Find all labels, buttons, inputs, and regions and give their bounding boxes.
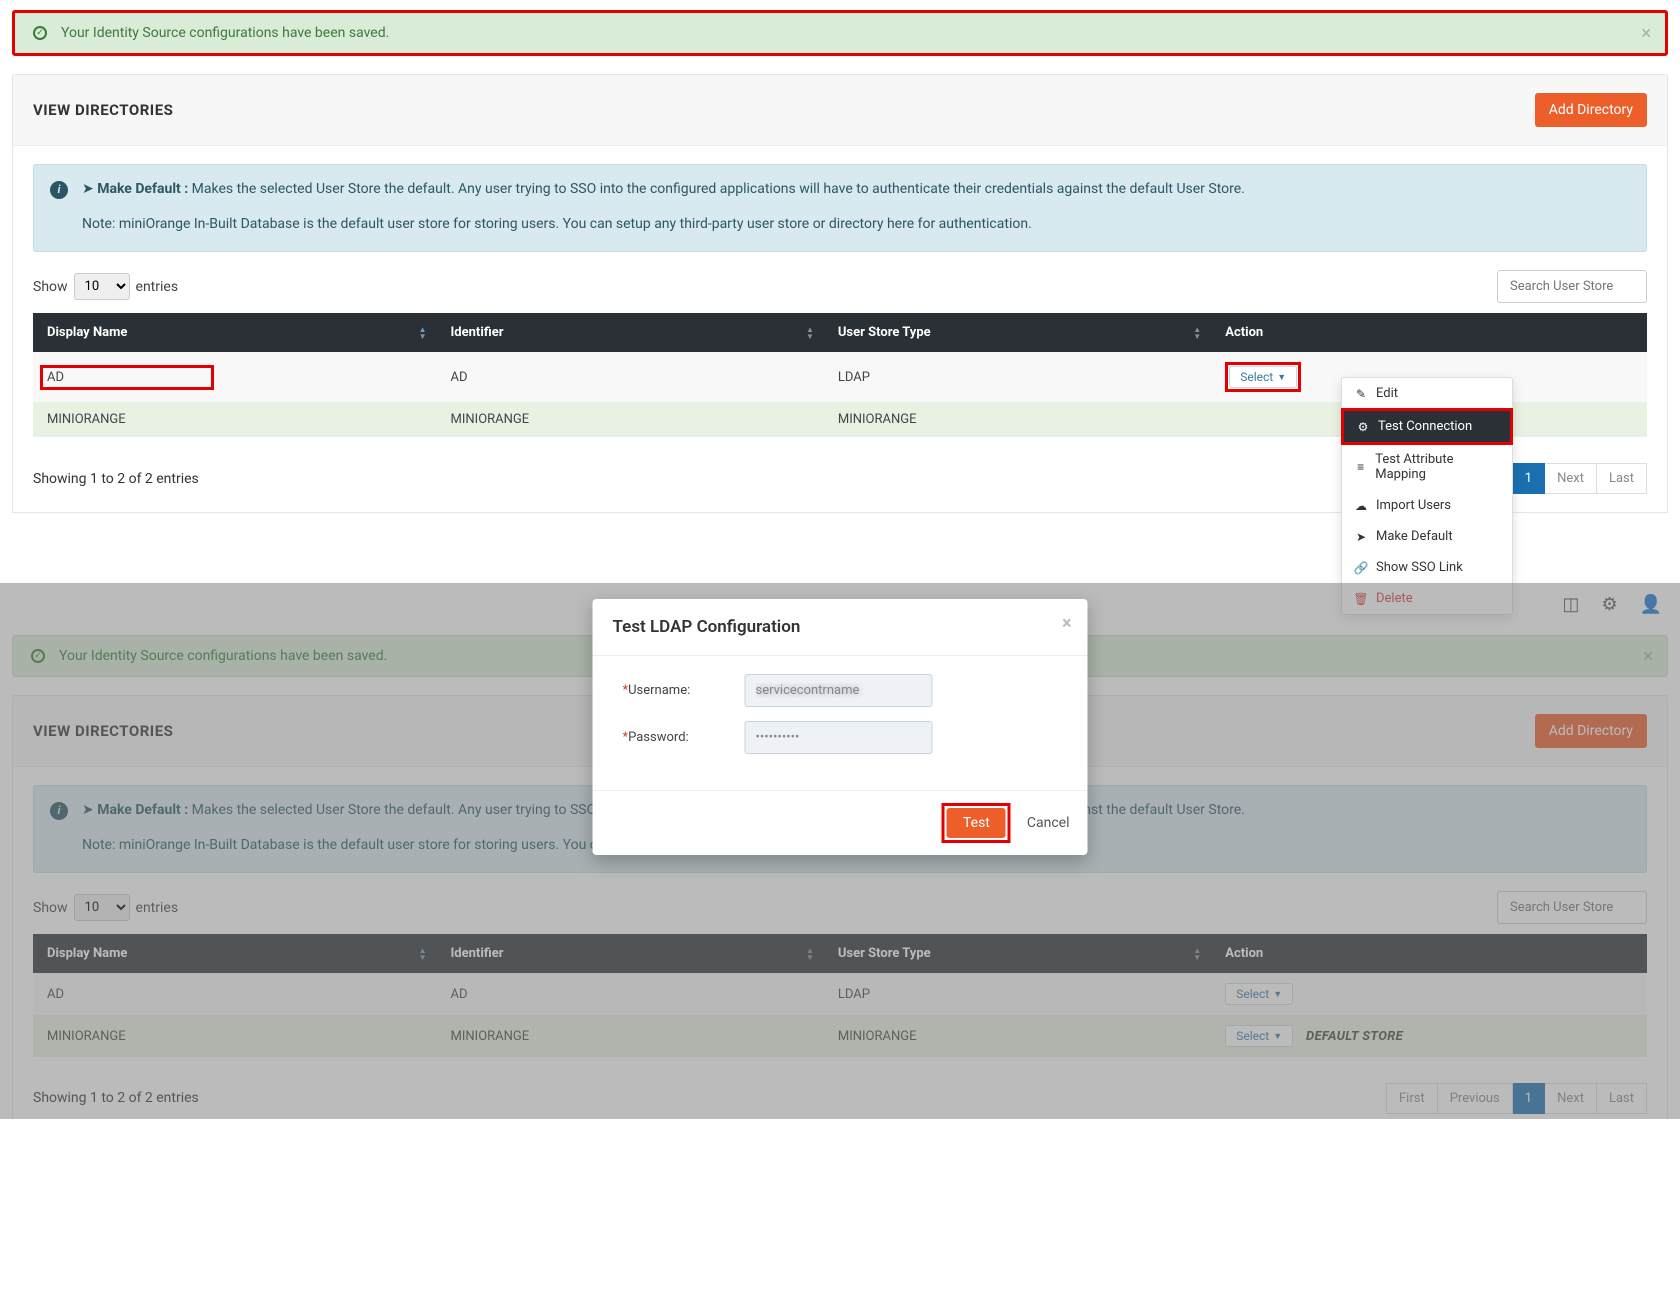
info-note: Note: miniOrange In-Built Database is th…: [82, 214, 1628, 235]
page-next[interactable]: Next: [1545, 463, 1597, 494]
action-dropdown: ✎Edit ⚙Test Connection ≡Test Attribute M…: [1341, 377, 1513, 615]
col-action: Action: [1211, 313, 1647, 352]
password-field[interactable]: [745, 721, 933, 754]
entries-select[interactable]: 10: [74, 273, 130, 300]
link-icon: 🔗: [1354, 561, 1368, 575]
username-field[interactable]: [745, 674, 933, 707]
displayname-cell: MINIORANGE: [33, 402, 437, 437]
make-default-body: Makes the selected User Store the defaul…: [188, 181, 1245, 197]
directories-panel: VIEW DIRECTORIES Add Directory i ➤ Make …: [12, 74, 1668, 513]
add-directory-button[interactable]: Add Directory: [1535, 93, 1647, 127]
alert-close-icon[interactable]: ×: [1641, 23, 1651, 44]
dropdown-make-default[interactable]: ➤Make Default: [1342, 521, 1512, 552]
caret-down-icon: ▼: [1277, 372, 1286, 383]
password-label: *Password:: [623, 730, 745, 745]
identifier-cell: MINIORANGE: [437, 402, 824, 437]
page-last[interactable]: Last: [1597, 463, 1647, 494]
col-identifier[interactable]: Identifier▲▼: [437, 313, 824, 352]
action-select-button[interactable]: Select▼: [1229, 366, 1297, 388]
check-circle-icon: ✓: [33, 26, 47, 40]
modal-title: Test LDAP Configuration: [613, 617, 801, 637]
dropdown-edit[interactable]: ✎Edit: [1342, 378, 1512, 409]
test-button[interactable]: Test: [947, 808, 1006, 838]
panel-title: VIEW DIRECTORIES: [33, 101, 173, 119]
alert-success: ✓ Your Identity Source configurations ha…: [12, 10, 1668, 56]
test-ldap-modal: Test LDAP Configuration × *Username: *Pa…: [593, 599, 1088, 855]
dropdown-show-sso[interactable]: 🔗Show SSO Link: [1342, 552, 1512, 583]
dropdown-test-connection[interactable]: ⚙Test Connection: [1341, 408, 1513, 445]
cloud-upload-icon: ☁: [1354, 499, 1368, 513]
col-display-name[interactable]: Display Name▲▼: [33, 313, 437, 352]
search-input[interactable]: [1497, 270, 1647, 303]
type-cell: MINIORANGE: [824, 402, 1211, 437]
dropdown-test-attribute[interactable]: ≡Test Attribute Mapping: [1342, 444, 1512, 490]
sliders-icon: ≡: [1354, 460, 1367, 474]
cursor-icon: ➤: [82, 181, 97, 197]
cancel-button[interactable]: Cancel: [1027, 815, 1070, 831]
displayname-cell: AD: [40, 365, 214, 390]
edit-icon: ✎: [1354, 387, 1368, 401]
cursor-icon: ➤: [1354, 530, 1368, 544]
modal-close-icon[interactable]: ×: [1062, 613, 1072, 634]
show-label: Show: [33, 279, 68, 295]
type-cell: LDAP: [824, 352, 1211, 402]
page-1[interactable]: 1: [1513, 463, 1545, 494]
info-box: i ➤ Make Default : Makes the selected Us…: [33, 164, 1647, 252]
gears-icon: ⚙: [1356, 420, 1370, 434]
table-info: Showing 1 to 2 of 2 entries: [33, 471, 199, 487]
identifier-cell: AD: [437, 352, 824, 402]
info-icon: i: [50, 181, 68, 199]
col-user-store-type[interactable]: User Store Type▲▼: [824, 313, 1211, 352]
entries-label: entries: [136, 279, 179, 295]
username-label: *Username:: [623, 683, 745, 698]
dropdown-import-users[interactable]: ☁Import Users: [1342, 490, 1512, 521]
alert-message: Your Identity Source configurations have…: [61, 25, 389, 41]
make-default-lead: Make Default :: [97, 181, 188, 197]
